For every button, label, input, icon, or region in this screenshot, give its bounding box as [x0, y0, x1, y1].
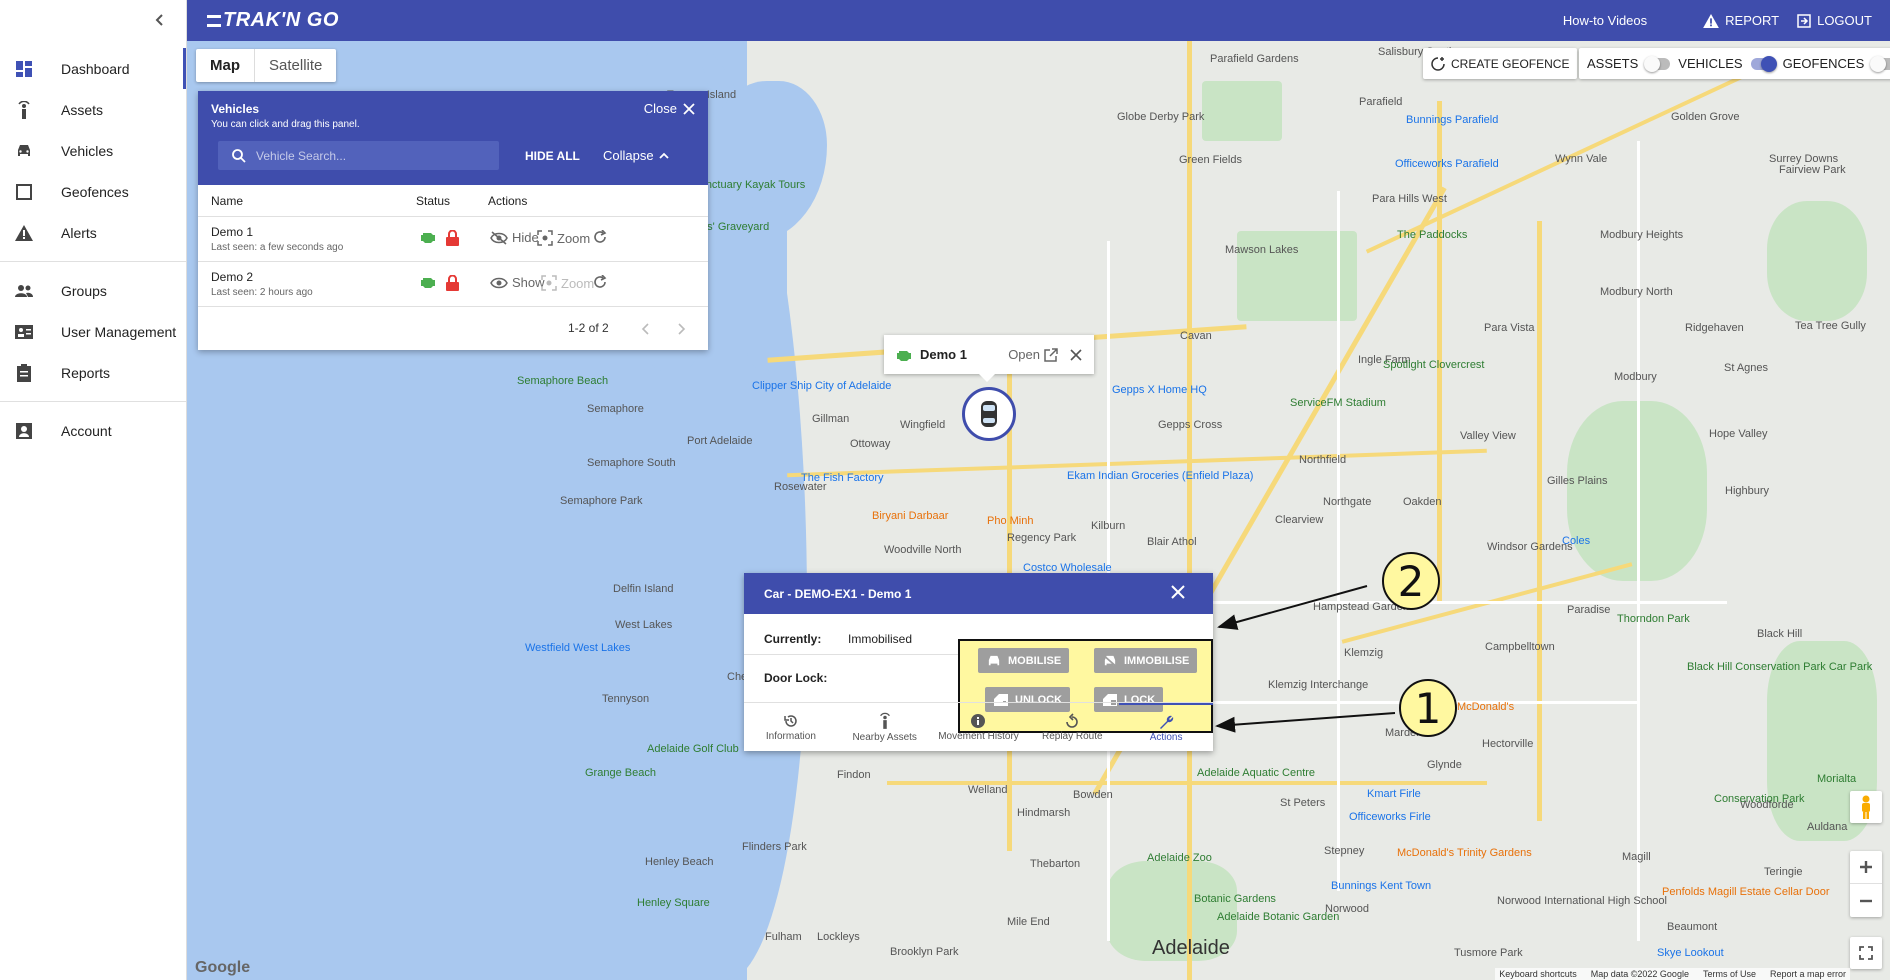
tracker-icon	[14, 100, 34, 120]
callout-one: 1	[1399, 679, 1457, 737]
report-label: REPORT	[1725, 13, 1780, 28]
sidebar-item-alerts[interactable]: Alerts	[0, 212, 186, 253]
zoom-out-button[interactable]	[1850, 884, 1882, 917]
zoom-in-button[interactable]	[1850, 851, 1882, 884]
fullscreen-icon	[1859, 946, 1873, 960]
groups-icon	[14, 281, 34, 301]
sidebar-item-user-management[interactable]: User Management	[0, 311, 186, 352]
annotation-arrows	[1215, 585, 1396, 733]
square-icon	[14, 182, 34, 202]
sidebar-item-label: Account	[61, 422, 112, 439]
logout-icon	[1797, 13, 1811, 28]
app-logo[interactable]: TRAK'N GO	[207, 9, 339, 32]
sidebar-item-label: Groups	[61, 282, 107, 299]
map[interactable]: Torrens Island Dolphin Sanctuary Kayak T…	[187, 41, 1890, 980]
chevron-left-icon	[155, 14, 163, 26]
sidebar-item-vehicles[interactable]: Vehicles	[0, 130, 186, 171]
fullscreen-button[interactable]	[1850, 937, 1882, 969]
map-attribution: Keyboard shortcuts Map data ©2022 Google…	[1495, 968, 1850, 980]
car-icon	[14, 141, 34, 161]
sidebar-item-label: Vehicles	[61, 142, 114, 159]
top-bar: TRAK'N GO How-to Videos REPORT LOGOUT	[187, 0, 1890, 41]
google-logo: Google	[195, 959, 251, 976]
sidebar-item-reports[interactable]: Reports	[0, 352, 186, 393]
sidebar-item-account[interactable]: Account	[0, 410, 186, 451]
clipboard-icon	[14, 363, 34, 383]
sidebar-item-label: User Management	[61, 323, 177, 340]
zoom-controls	[1850, 851, 1882, 917]
top-links: How-to Videos REPORT LOGOUT	[1563, 0, 1872, 41]
sidebar-item-label: Reports	[61, 364, 111, 381]
logo-text: TRAK'N GO	[223, 9, 339, 31]
terms-link[interactable]: Terms of Use	[1703, 969, 1756, 979]
user-management-icon	[14, 322, 34, 342]
sidebar-divider	[0, 401, 186, 402]
warning-icon	[1703, 13, 1720, 28]
logout-button[interactable]: LOGOUT	[1797, 13, 1872, 28]
sidebar-item-dashboard[interactable]: Dashboard	[0, 48, 186, 89]
map-data-credit: Map data ©2022 Google	[1590, 969, 1689, 979]
logout-label: LOGOUT	[1817, 13, 1872, 28]
report-map-error-link[interactable]: Report a map error	[1770, 969, 1846, 979]
plus-icon	[1860, 861, 1872, 873]
dashboard-icon	[14, 59, 34, 79]
sidebar-item-label: Alerts	[61, 224, 97, 241]
howto-label: How-to Videos	[1562, 13, 1648, 28]
report-button[interactable]: REPORT	[1703, 13, 1779, 28]
sidebar-item-label: Geofences	[61, 183, 129, 200]
sidebar-item-geofences[interactable]: Geofences	[0, 171, 186, 212]
sidebar-divider	[0, 261, 186, 262]
account-icon	[14, 421, 34, 441]
keyboard-shortcuts-link[interactable]: Keyboard shortcuts	[1499, 969, 1577, 979]
street-view-pegman[interactable]	[1850, 791, 1882, 823]
howto-videos-link[interactable]: How-to Videos	[1563, 13, 1647, 28]
sidebar-item-assets[interactable]: Assets	[0, 89, 186, 130]
sidebar: Dashboard Assets Vehicles Geofences Aler…	[0, 0, 187, 980]
pegman-icon	[1862, 795, 1870, 819]
sidebar-item-label: Assets	[61, 101, 104, 118]
sidebar-item-groups[interactable]: Groups	[0, 270, 186, 311]
callout-two: 2	[1382, 552, 1440, 610]
sidebar-item-label: Dashboard	[61, 60, 130, 77]
minus-icon	[1860, 899, 1872, 902]
sidebar-collapse-button[interactable]	[150, 10, 170, 30]
sidebar-nav: Dashboard Assets Vehicles Geofences Aler…	[0, 48, 186, 451]
warning-icon	[14, 223, 34, 243]
logo-mark-icon	[207, 14, 221, 27]
